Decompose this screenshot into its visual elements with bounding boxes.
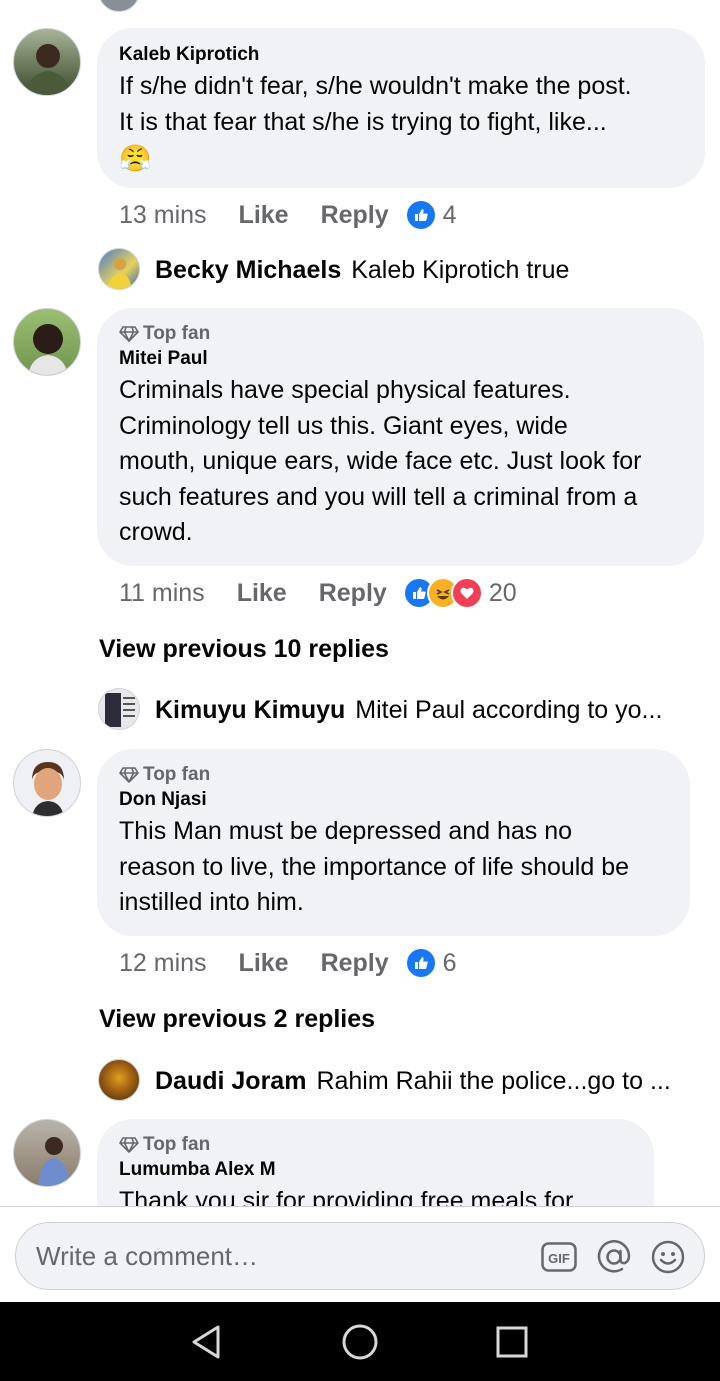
avatar[interactable]	[13, 1119, 81, 1187]
comment-text-line: mouth, unique ears, wide face etc. Just …	[119, 447, 642, 475]
avatar[interactable]	[98, 248, 140, 290]
comment-bubble[interactable]: Top fan Don Njasi This Man must be depre…	[97, 749, 690, 936]
like-reaction-icon	[404, 947, 437, 979]
like-reaction-icon	[404, 199, 437, 231]
comment-timestamp[interactable]: 13 mins	[119, 201, 207, 230]
comment-text-line: Thank you sir for providing free meals f…	[119, 1187, 574, 1206]
recents-icon[interactable]	[490, 1320, 534, 1364]
comment-actions: 13 mins Like Reply 4	[119, 197, 457, 233]
avatar[interactable]	[13, 28, 81, 96]
reply-button[interactable]: Reply	[321, 201, 389, 230]
comment-text-line: Criminals have special physical features…	[119, 376, 571, 404]
comment-actions: 11 mins Like Reply 20	[119, 575, 517, 611]
top-fan-badge: Top fan	[119, 763, 668, 787]
reply-button[interactable]: Reply	[319, 579, 387, 608]
comment-text-line: such features and you will tell a crimin…	[119, 482, 638, 511]
person-silhouette-icon	[108, 258, 132, 289]
love-reaction-icon	[450, 577, 483, 609]
comment-text: If s/he didn't fear, s/he wouldn't make …	[119, 69, 683, 176]
person-silhouette-icon	[38, 1137, 70, 1186]
comment-composer: Write a comment… GIF	[0, 1206, 720, 1302]
comment-author[interactable]: Don Njasi	[119, 787, 668, 813]
emoji: 😤	[119, 143, 152, 173]
comment-text-line: instilled into him.	[119, 888, 304, 916]
badge-label: Top fan	[143, 323, 211, 344]
comment-text: Thank you sir for providing free meals f…	[119, 1184, 632, 1206]
avatar[interactable]	[13, 749, 81, 817]
reply-preview[interactable]: Becky Michaels Kaleb Kiprotich true	[155, 252, 569, 288]
view-previous-replies-link[interactable]: View previous 10 replies	[99, 631, 389, 667]
comment-text-line: It is that fear that s/he is trying to f…	[119, 107, 607, 136]
comment-timestamp[interactable]: 11 mins	[119, 579, 205, 608]
reaction-count: 4	[442, 200, 457, 229]
home-icon[interactable]	[338, 1320, 382, 1364]
like-button[interactable]: Like	[239, 201, 289, 230]
badge-label: Top fan	[143, 1134, 211, 1155]
comment-text-line: If s/he didn't fear, s/he wouldn't make …	[119, 72, 632, 100]
comment-bubble[interactable]: Kaleb Kiprotich If s/he didn't fear, s/h…	[97, 28, 705, 188]
like-button[interactable]: Like	[239, 949, 289, 978]
comment-input-placeholder: Write a comment…	[36, 1241, 259, 1271]
person-silhouette-icon	[26, 44, 70, 95]
reply-author[interactable]: Kimuyu Kimuyu	[155, 696, 345, 724]
reply-preview[interactable]: Daudi Joram Rahim Rahii the police...go t…	[155, 1063, 671, 1099]
avatar[interactable]	[98, 1059, 140, 1101]
avatar[interactable]	[98, 688, 140, 730]
reaction-summary[interactable]: 20	[402, 577, 517, 609]
diamond-icon	[119, 1137, 139, 1153]
gif-icon[interactable]: GIF	[541, 1239, 577, 1275]
comment-text: This Man must be depressed and has no re…	[119, 814, 668, 921]
diamond-icon	[119, 326, 139, 342]
avatar[interactable]	[98, 0, 140, 12]
diamond-icon	[119, 767, 139, 783]
reaction-count: 6	[442, 948, 457, 977]
view-previous-replies-link[interactable]: View previous 2 replies	[99, 1001, 375, 1037]
like-button[interactable]: Like	[237, 579, 287, 608]
comment-text-line: reason to live, the importance of life s…	[119, 852, 630, 881]
emoji-icon[interactable]	[650, 1239, 686, 1275]
reaction-summary[interactable]: 6	[404, 947, 457, 979]
person-silhouette-icon	[32, 762, 64, 816]
comments-feed[interactable]: Kaleb Kiprotich If s/he didn't fear, s/h…	[0, 0, 720, 1206]
reply-preview[interactable]: Kimuyu Kimuyu Mitei Paul according to yo.…	[155, 692, 662, 728]
top-fan-badge: Top fan	[119, 322, 682, 346]
comment-bubble[interactable]: Top fan Lumumba Alex M Thank you sir for…	[97, 1119, 654, 1206]
comment-text-line: This Man must be depressed and has no	[119, 817, 573, 845]
comment-author[interactable]: Lumumba Alex M	[119, 1157, 632, 1183]
reply-button[interactable]: Reply	[321, 949, 389, 978]
comment-text: Criminals have special physical features…	[119, 373, 682, 551]
comment-actions: 12 mins Like Reply 6	[119, 945, 457, 981]
reaction-count: 20	[488, 578, 517, 607]
comment-author[interactable]: Mitei Paul	[119, 346, 682, 372]
avatar[interactable]	[13, 308, 81, 376]
back-icon[interactable]	[184, 1320, 228, 1364]
comment-author[interactable]: Kaleb Kiprotich	[119, 42, 683, 68]
mention-icon[interactable]	[596, 1239, 632, 1275]
document-avatar-icon	[105, 693, 135, 727]
reply-author[interactable]: Becky Michaels	[155, 256, 341, 284]
system-navigation-bar	[0, 1302, 720, 1381]
comment-input[interactable]: Write a comment… GIF	[15, 1222, 705, 1290]
comment-bubble[interactable]: Top fan Mitei Paul Criminals have specia…	[97, 308, 704, 566]
top-fan-badge: Top fan	[119, 1133, 632, 1157]
gif-label: GIF	[548, 1251, 570, 1266]
reply-text: Kaleb Kiprotich true	[351, 256, 570, 284]
comment-text-line: crowd.	[119, 518, 193, 546]
badge-label: Top fan	[143, 764, 211, 785]
comment-text-line: Criminology tell us this. Giant eyes, wi…	[119, 411, 568, 440]
reply-author[interactable]: Daudi Joram	[155, 1067, 306, 1095]
reply-text: Rahim Rahii the police...go to ...	[316, 1067, 671, 1095]
comment-timestamp[interactable]: 12 mins	[119, 949, 207, 978]
reaction-summary[interactable]: 4	[404, 199, 457, 231]
reply-text: Mitei Paul according to yo...	[355, 696, 663, 724]
person-silhouette-icon	[28, 324, 68, 375]
